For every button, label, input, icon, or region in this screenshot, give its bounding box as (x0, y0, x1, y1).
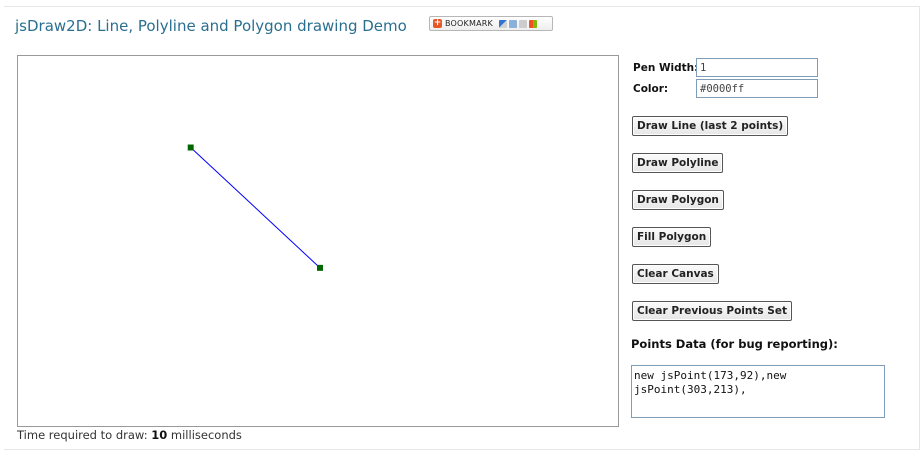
draw-polyline-button[interactable]: Draw Polyline (632, 153, 724, 173)
drawing-canvas[interactable] (17, 55, 619, 427)
fill-polygon-button[interactable]: Fill Polygon (632, 227, 712, 247)
canvas-drawing (187, 144, 323, 271)
draw-polygon-button[interactable]: Draw Polygon (632, 190, 724, 210)
bookmark-label: BOOKMARK (445, 19, 493, 28)
points-data-label: Points Data (for bug reporting): (631, 337, 838, 351)
drawn-line (190, 147, 321, 269)
color-label: Color: (633, 83, 669, 95)
color-input[interactable] (696, 79, 818, 98)
bookmark-button[interactable]: + BOOKMARK (429, 16, 553, 31)
digg-icon (508, 19, 517, 28)
clear-points-button[interactable]: Clear Previous Points Set (632, 301, 792, 321)
draw-time-suffix: milliseconds (167, 428, 242, 442)
clear-canvas-button[interactable]: Clear Canvas (632, 264, 719, 284)
draw-time-prefix: Time required to draw: (17, 428, 152, 442)
delicious-icon (498, 19, 507, 28)
draw-time-text: Time required to draw: 10 milliseconds (17, 428, 242, 442)
pen-width-label: Pen Width: (633, 62, 699, 74)
stumbleupon-icon (518, 19, 527, 28)
draw-time-value: 10 (151, 428, 168, 442)
plus-icon: + (433, 18, 442, 28)
draw-line-button[interactable]: Draw Line (last 2 points) (632, 116, 789, 136)
point-marker-1 (187, 144, 194, 151)
windows-icon (528, 19, 537, 28)
page-title: jsDraw2D: Line, Polyline and Polygon dra… (15, 17, 407, 35)
points-data-textarea[interactable]: new jsPoint(173,92),new jsPoint(303,213)… (631, 365, 885, 418)
pen-width-input[interactable] (696, 58, 818, 77)
point-marker-2 (317, 264, 323, 271)
social-icons (498, 19, 537, 28)
